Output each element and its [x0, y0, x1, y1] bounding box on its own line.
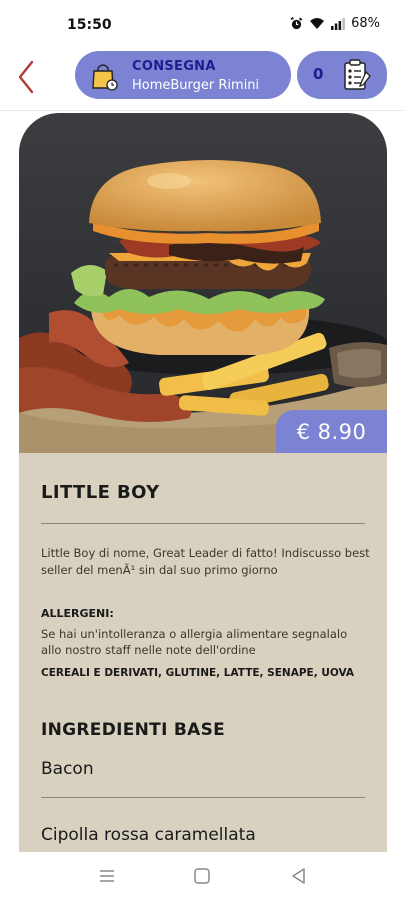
- status-bar: 15:50 68%: [0, 0, 404, 50]
- delivery-selector[interactable]: CONSEGNA HomeBurger Rimini: [75, 51, 291, 99]
- price-badge: € 8.90: [276, 410, 387, 453]
- allergens-note: Se hai un'intolleranza o allergia alimen…: [41, 627, 348, 657]
- allergens-list: CEREALI E DERIVATI, GLUTINE, LATTE, SENA…: [41, 667, 355, 679]
- product-photo: [19, 113, 387, 453]
- order-list-icon: [344, 59, 371, 90]
- signal-icon: [331, 17, 345, 30]
- home-icon[interactable]: [192, 866, 212, 886]
- ingredient-item[interactable]: Bacon: [41, 759, 94, 779]
- alarm-icon: [290, 17, 303, 30]
- product-card: € 8.90 LITTLE BOY Little Boy di nome, Gr…: [19, 113, 387, 853]
- product-description: Little Boy di nome, Great Leader di fatt…: [41, 546, 370, 577]
- ingredient-item[interactable]: Cipolla rossa caramellata: [41, 825, 256, 845]
- system-nav-bar: [0, 852, 404, 900]
- recent-apps-icon[interactable]: [97, 866, 117, 886]
- store-name: HomeBurger Rimini: [132, 78, 260, 93]
- back-arrow-icon: [18, 60, 34, 94]
- cart-button[interactable]: 0: [297, 51, 387, 99]
- allergens-heading: ALLERGENI:: [41, 607, 114, 620]
- battery-level: 68%: [351, 16, 380, 31]
- ingredients-heading: INGREDIENTI BASE: [41, 720, 226, 740]
- status-time: 15:50: [67, 17, 112, 33]
- back-button[interactable]: [12, 55, 42, 99]
- status-icons: 68%: [290, 16, 380, 31]
- cart-count: 0: [313, 65, 324, 83]
- product-name: LITTLE BOY: [41, 482, 160, 503]
- divider: [41, 797, 365, 798]
- app-header: CONSEGNA HomeBurger Rimini 0: [0, 50, 404, 111]
- shopping-bag-icon: [92, 64, 118, 91]
- delivery-mode-label: CONSEGNA: [132, 59, 216, 74]
- wifi-icon: [310, 18, 325, 29]
- divider: [41, 523, 365, 524]
- back-nav-icon[interactable]: [289, 866, 309, 886]
